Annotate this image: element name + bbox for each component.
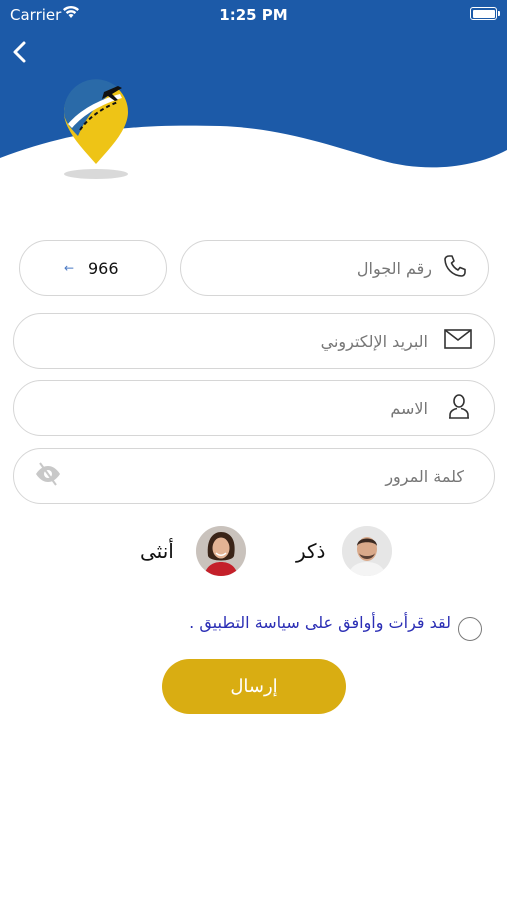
app-logo — [58, 78, 134, 184]
clock: 1:25 PM — [219, 6, 288, 24]
name-placeholder: الاسم — [390, 398, 428, 418]
envelope-icon — [444, 329, 472, 353]
password-placeholder: كلمة المرور — [385, 466, 464, 486]
terms-radio[interactable] — [458, 617, 482, 641]
battery-icon — [470, 7, 500, 20]
status-bar: Carrier 1:25 PM — [0, 0, 507, 30]
country-code: 966 — [88, 258, 119, 278]
user-icon — [448, 393, 470, 423]
gender-option-female[interactable]: أنثى — [140, 526, 246, 576]
male-label: ذكر — [296, 539, 326, 563]
male-avatar — [342, 526, 392, 576]
eye-slash-icon[interactable] — [34, 460, 62, 492]
female-label: أنثى — [140, 539, 174, 563]
arrow-left-icon: ← — [64, 261, 75, 275]
country-code-selector[interactable]: ← 966 — [19, 240, 167, 296]
female-avatar — [196, 526, 246, 576]
email-placeholder: البريد الإلكتروني — [320, 331, 428, 351]
name-field[interactable]: الاسم — [13, 380, 495, 436]
submit-button[interactable]: إرسال — [162, 659, 346, 714]
phone-placeholder: رقم الجوال — [356, 258, 432, 278]
back-button[interactable] — [8, 38, 32, 66]
chevron-left-icon — [13, 41, 26, 63]
email-field[interactable]: البريد الإلكتروني — [13, 313, 495, 369]
phone-icon — [442, 253, 468, 283]
terms-text[interactable]: لقد قرأت وأوافق على سياسة التطبيق . — [189, 613, 451, 632]
password-field[interactable]: كلمة المرور — [13, 448, 495, 504]
phone-field[interactable]: رقم الجوال — [180, 240, 489, 296]
gender-option-male[interactable]: ذكر — [296, 526, 392, 576]
